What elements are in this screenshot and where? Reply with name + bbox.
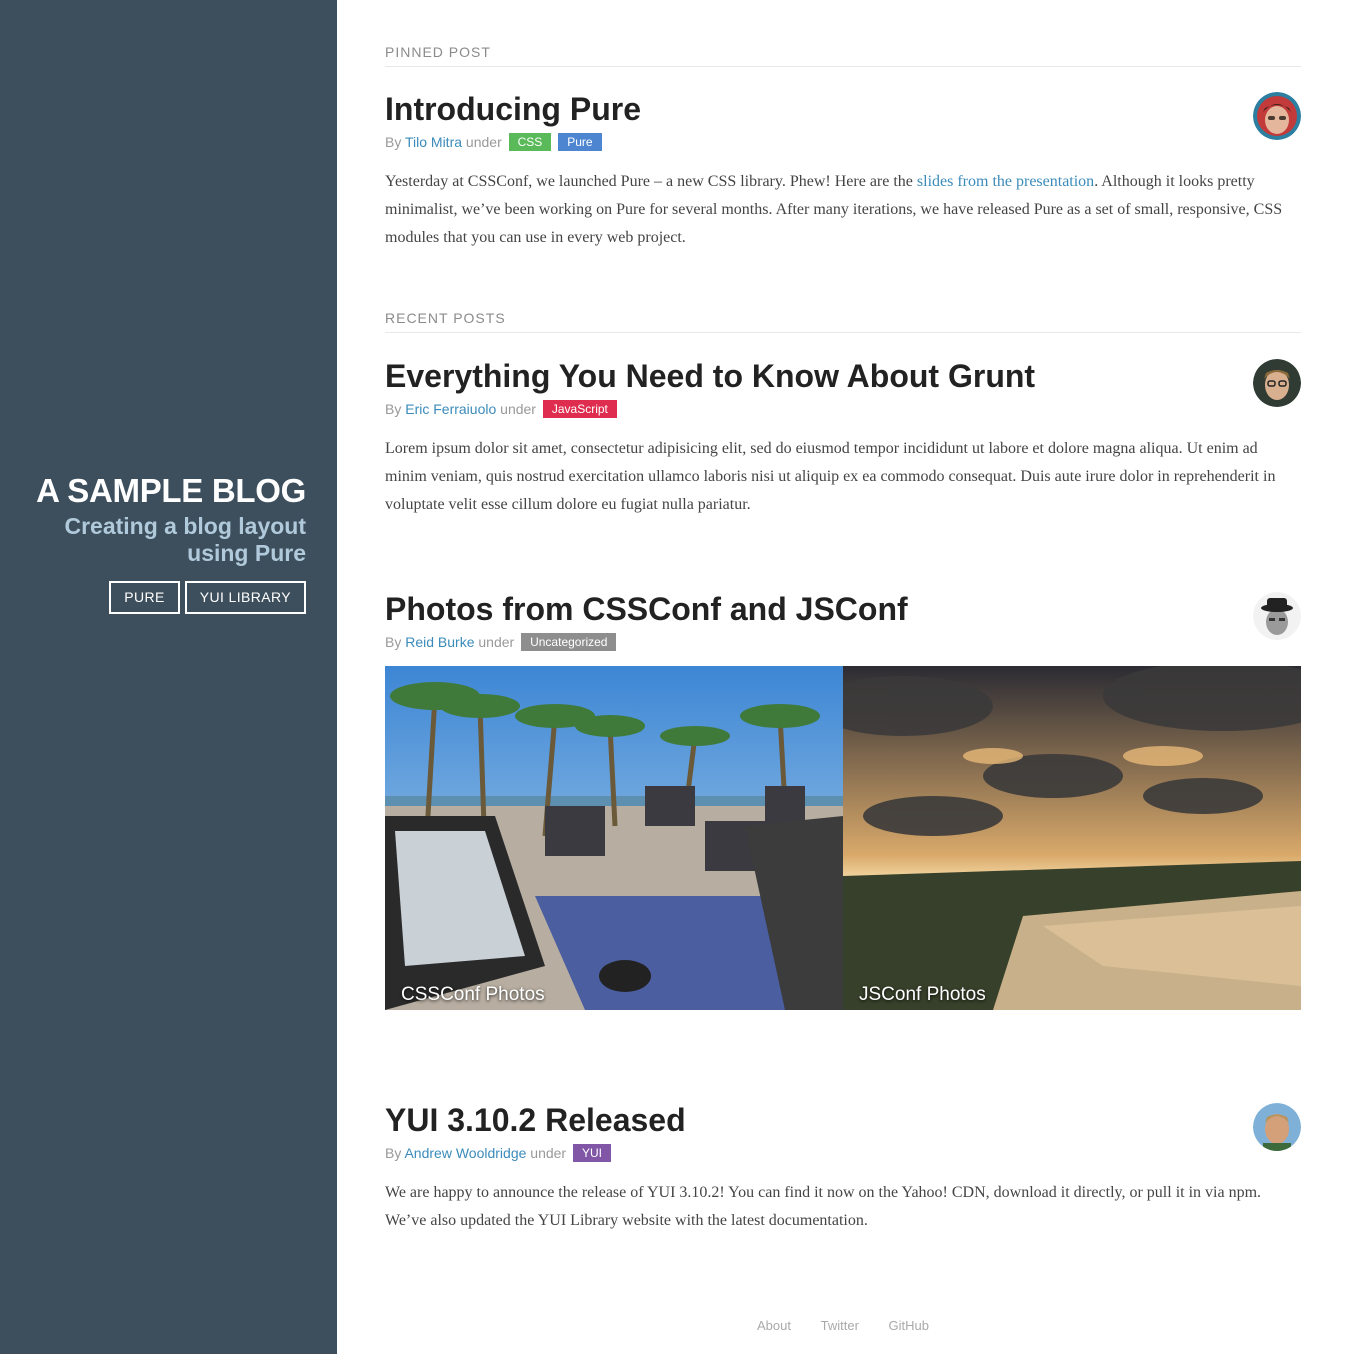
meta-under-text: under: [465, 134, 502, 150]
sidebar: A SAMPLE BLOG Creating a blog layout usi…: [0, 0, 337, 1354]
blog-tagline: Creating a blog layout using Pure: [64, 513, 306, 566]
author-avatar[interactable]: [1253, 1103, 1301, 1151]
jsconf-photo-image: [843, 666, 1301, 1010]
meta-by-text: By: [385, 1145, 402, 1161]
footer-link-github[interactable]: GitHub: [889, 1318, 929, 1333]
avatar-image-andrew: [1253, 1103, 1301, 1151]
nav-button-pure[interactable]: PURE: [109, 581, 180, 614]
brand-block: A SAMPLE BLOG Creating a blog layout usi…: [26, 472, 306, 614]
meta-by-text: By: [385, 134, 402, 150]
category-tag-pure[interactable]: Pure: [558, 133, 602, 151]
recent-posts-heading: RECENT POSTS: [385, 310, 1301, 333]
author-avatar[interactable]: [1253, 592, 1301, 640]
meta-under-text: under: [500, 401, 536, 417]
photo-caption: JSConf Photos: [859, 984, 986, 1005]
avatar-image-eric: [1253, 359, 1301, 407]
post-title[interactable]: Everything You Need to Know About Grunt: [385, 357, 1301, 395]
post-title[interactable]: Photos from CSSConf and JSConf: [385, 590, 1301, 628]
post-body-text: Yesterday at CSSConf, we launched Pure –…: [385, 173, 917, 190]
meta-by-text: By: [385, 634, 402, 650]
sidebar-nav: PURE YUI LIBRARY: [26, 581, 306, 614]
post-title[interactable]: YUI 3.10.2 Released: [385, 1101, 1301, 1139]
category-tag-uncategorized[interactable]: Uncategorized: [521, 633, 617, 651]
author-avatar[interactable]: [1253, 92, 1301, 140]
post-photos: Photos from CSSConf and JSConf By Reid B…: [385, 590, 1301, 652]
category-tag-css[interactable]: CSS: [508, 133, 552, 151]
photo-caption: CSSConf Photos: [401, 984, 545, 1005]
avatar-image-reid: [1253, 592, 1301, 640]
pinned-post-heading: PINNED POST: [385, 44, 1301, 67]
photo-jsconf[interactable]: JSConf Photos: [843, 666, 1301, 1010]
post-body: Yesterday at CSSConf, we launched Pure –…: [385, 168, 1301, 252]
meta-under-text: under: [478, 634, 515, 650]
author-link[interactable]: Tilo Mitra: [405, 134, 462, 150]
meta-under-text: under: [530, 1145, 567, 1161]
post-title[interactable]: Introducing Pure: [385, 90, 1301, 128]
photo-grid: CSSConf Photos JSConf Photos: [385, 666, 1301, 1010]
nav-button-yui-library[interactable]: YUI LIBRARY: [184, 581, 306, 614]
post-meta: By Tilo Mitra under CSS Pure: [385, 132, 1301, 152]
avatar-image-tilo: [1253, 92, 1301, 140]
author-link[interactable]: Andrew Wooldridge: [404, 1145, 526, 1161]
category-tag-javascript[interactable]: JavaScript: [542, 400, 617, 418]
post-body: We are happy to announce the release of …: [385, 1184, 1262, 1229]
post-meta: By Eric Ferraiuolo under JavaScript: [385, 399, 1301, 419]
post-yui: YUI 3.10.2 Released By Andrew Wooldridge…: [385, 1101, 1301, 1235]
footer: About Twitter GitHub: [385, 1318, 1301, 1333]
category-tag-yui[interactable]: YUI: [572, 1144, 611, 1162]
cssconf-photo-image: [385, 666, 843, 1010]
post-pinned: Introducing Pure By Tilo Mitra under CSS…: [385, 90, 1301, 252]
post-grunt: Everything You Need to Know About Grunt …: [385, 357, 1301, 519]
post-meta: By Andrew Wooldridge under YUI: [385, 1143, 1301, 1163]
footer-link-about[interactable]: About: [757, 1318, 791, 1333]
slides-link[interactable]: slides from the presentation: [917, 173, 1094, 190]
post-body: Lorem ipsum dolor sit amet, consectetur …: [385, 440, 1276, 513]
meta-by-text: By: [385, 401, 402, 417]
author-avatar[interactable]: [1253, 359, 1301, 407]
author-link[interactable]: Eric Ferraiuolo: [405, 401, 496, 417]
footer-link-twitter[interactable]: Twitter: [821, 1318, 859, 1333]
author-link[interactable]: Reid Burke: [405, 634, 474, 650]
post-meta: By Reid Burke under Uncategorized: [385, 632, 1301, 652]
blog-title: A SAMPLE BLOG: [36, 472, 306, 509]
photo-cssconf[interactable]: CSSConf Photos: [385, 666, 843, 1010]
